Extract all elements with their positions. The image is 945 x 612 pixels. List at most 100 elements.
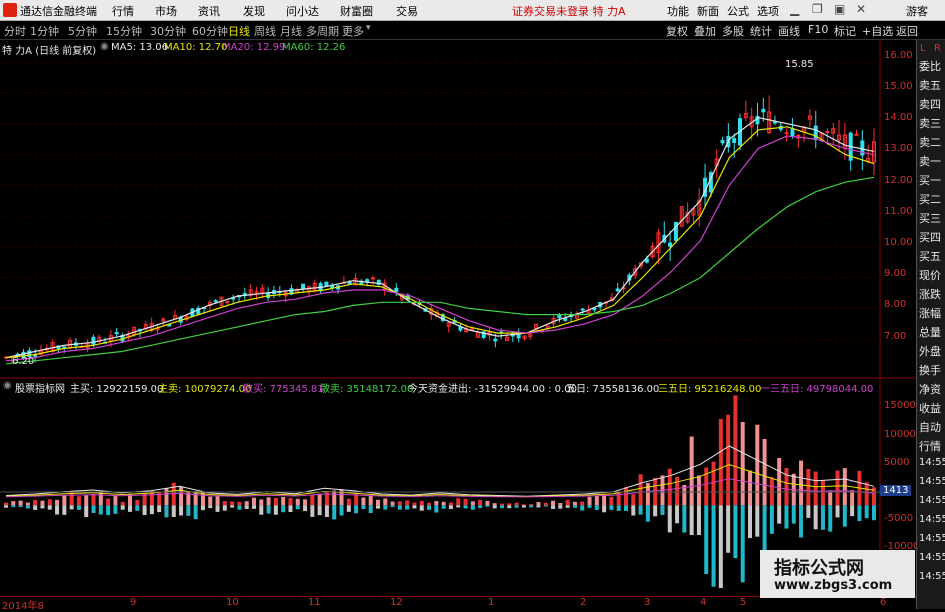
menu-item-discover[interactable]: 发现 (243, 3, 265, 19)
tab-60min[interactable]: 60分钟 (192, 23, 228, 39)
side-panel-item[interactable]: 14:55 (919, 476, 945, 492)
menu-item-quotes[interactable]: 行情 (112, 3, 134, 19)
buy-bar (835, 470, 840, 506)
tab-more[interactable]: 更多 (342, 23, 364, 39)
side-panel-item[interactable]: 14:55 (919, 514, 945, 530)
buy-bar (485, 500, 490, 506)
sell-bar (645, 505, 650, 522)
tab-monthly[interactable]: 月线 (280, 23, 302, 39)
watermark-url: www.zbgs3.com (774, 578, 893, 593)
menu-item-new-page[interactable]: 新面 (697, 3, 719, 19)
buy-bar (587, 496, 592, 506)
sell-bar (18, 505, 23, 507)
tab-daily[interactable]: 日线 (228, 23, 250, 39)
buy-bar (456, 498, 461, 506)
side-panel-item[interactable]: 卖三 (919, 115, 945, 131)
indicator-settings-icon[interactable]: ◉ (3, 380, 12, 391)
side-panel-item[interactable]: 卖四 (919, 96, 945, 112)
side-panel-item[interactable]: 总量 (919, 324, 945, 340)
f10-button[interactable]: F10 (808, 23, 828, 36)
ma-line-ma10 (5, 126, 875, 359)
tile-icon[interactable]: ▣ (834, 2, 845, 16)
tab-multi-period[interactable]: 多周期 (306, 23, 339, 39)
more-chevron-icon[interactable]: ▾ (366, 23, 371, 33)
side-panel-item[interactable]: 卖五 (919, 77, 945, 93)
candle-body (790, 128, 795, 137)
guest-label[interactable]: 游客 (906, 3, 928, 19)
side-panel-item[interactable]: 涨幅 (919, 305, 945, 321)
side-panel-item[interactable]: 买四 (919, 229, 945, 245)
buy-bar (266, 497, 271, 506)
price-tick: 8.00 (884, 299, 907, 310)
side-panel-item[interactable]: 现价 (919, 267, 945, 283)
sell-bar (594, 505, 599, 511)
tab-5min[interactable]: 5分钟 (68, 23, 97, 39)
menu-item-wealth[interactable]: 财富圈 (340, 3, 373, 19)
sell-bar (704, 505, 709, 575)
side-panel-item[interactable]: 买二 (919, 191, 945, 207)
main-buy-label: 主买: 12922159.00 (70, 384, 164, 395)
buy-bar (806, 468, 811, 506)
minimize-icon[interactable]: ▁ (790, 2, 799, 16)
side-panel-item[interactable]: 委比 (919, 58, 945, 74)
tab-15min[interactable]: 15分钟 (106, 23, 142, 39)
multi-stock-button[interactable]: 多股 (722, 23, 744, 39)
sell-bar (91, 505, 96, 513)
buy-bar (368, 495, 373, 506)
sell-bar (412, 505, 417, 509)
indicator-tick: 10000 (884, 429, 916, 440)
tab-intraday[interactable]: 分时 (4, 23, 26, 39)
sell-bar (230, 505, 235, 508)
sell-bar (222, 505, 227, 511)
close-icon[interactable]: ✕ (856, 2, 866, 16)
side-panel-item[interactable]: 14:55 (919, 552, 945, 568)
side-panel-item[interactable]: 卖一 (919, 153, 945, 169)
tab-1min[interactable]: 1分钟 (30, 23, 59, 39)
side-panel-item[interactable]: 14:55 (919, 495, 945, 511)
side-panel-item[interactable]: 卖二 (919, 134, 945, 150)
tab-weekly[interactable]: 周线 (254, 23, 276, 39)
menu-item-ask[interactable]: 问小达 (286, 3, 319, 19)
menu-item-function[interactable]: 功能 (667, 3, 689, 19)
buy-bar (448, 502, 453, 506)
sell-bar (186, 505, 191, 516)
side-panel-item[interactable]: 买三 (919, 210, 945, 226)
side-panel-item[interactable]: 买五 (919, 248, 945, 264)
menu-item-market[interactable]: 市场 (155, 3, 177, 19)
side-panel-item[interactable]: 买一 (919, 172, 945, 188)
sell-bar (303, 505, 308, 512)
right-panel-toggle[interactable]: R (934, 43, 941, 54)
buy-bar (346, 498, 351, 506)
menu-item-trade[interactable]: 交易 (396, 3, 418, 19)
back-button[interactable]: 返回 (896, 23, 918, 39)
sell-bar (281, 505, 286, 513)
side-panel-item[interactable]: 14:55 (919, 571, 945, 587)
side-panel-item[interactable]: 行情 (919, 438, 945, 454)
tab-30min[interactable]: 30分钟 (150, 23, 186, 39)
overlay-button[interactable]: 叠加 (694, 23, 716, 39)
side-panel-item[interactable]: 涨跌 (919, 286, 945, 302)
menu-item-options[interactable]: 选项 (757, 3, 779, 19)
sell-bar (755, 505, 760, 537)
add-watchlist-button[interactable]: +自选 (862, 23, 893, 39)
menu-item-news[interactable]: 资讯 (198, 3, 220, 19)
buy-bar (55, 499, 60, 506)
watermark-title: 指标公式网 (774, 558, 864, 579)
stats-button[interactable]: 统计 (750, 23, 772, 39)
buy-bar (11, 501, 16, 506)
side-panel-item[interactable]: 换手 (919, 362, 945, 378)
menu-item-formula[interactable]: 公式 (727, 3, 749, 19)
side-panel-item[interactable]: 收益 (919, 400, 945, 416)
mark-button[interactable]: 标记 (834, 23, 856, 39)
restore-icon[interactable]: ❐ (812, 2, 823, 16)
buy-bar (332, 490, 337, 506)
side-panel-item[interactable]: 净资 (919, 381, 945, 397)
adjust-button[interactable]: 复权 (666, 23, 688, 39)
left-panel-toggle[interactable]: L (920, 43, 926, 54)
side-panel-item[interactable]: 14:55 (919, 533, 945, 549)
side-panel-item[interactable]: 自动 (919, 419, 945, 435)
side-panel-item[interactable]: 外盘 (919, 343, 945, 359)
draw-button[interactable]: 画线 (778, 23, 800, 39)
side-panel-item[interactable]: 14:55 (919, 457, 945, 473)
sell-bar (84, 505, 89, 518)
